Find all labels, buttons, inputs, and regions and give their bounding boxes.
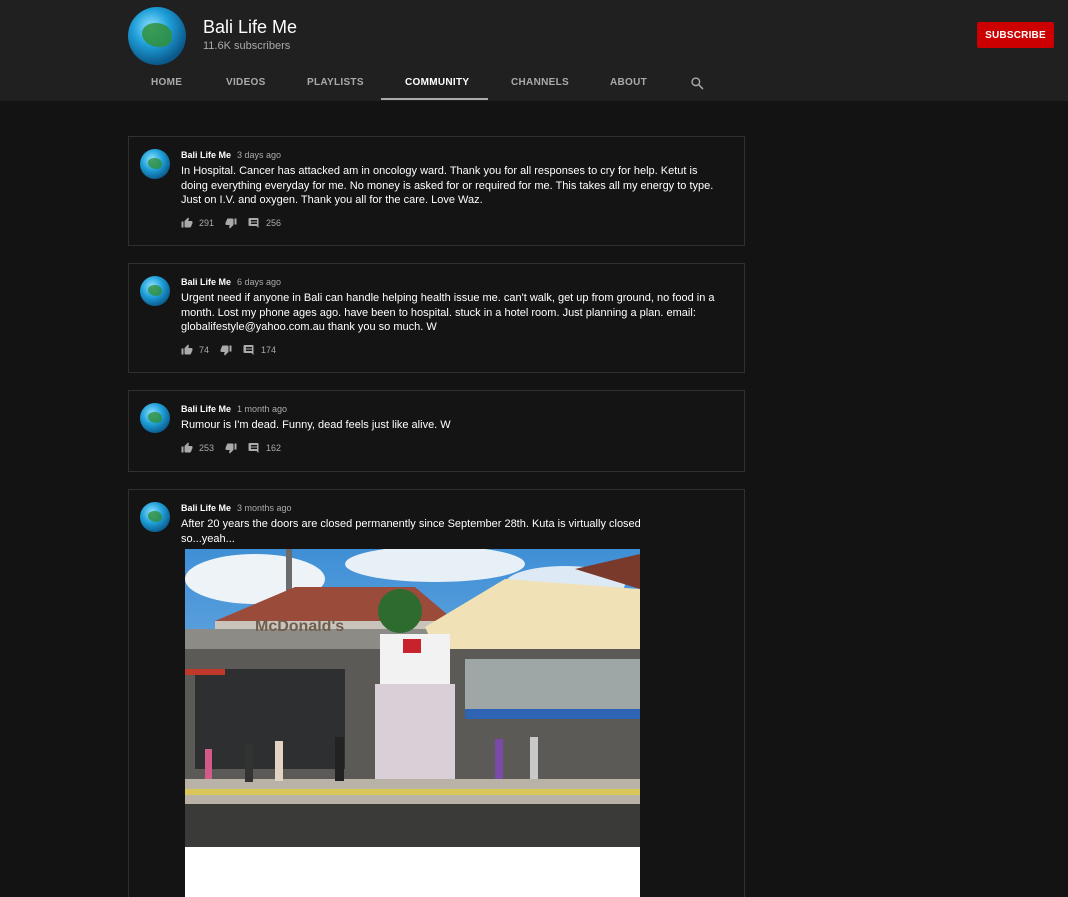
comment-icon[interactable] xyxy=(248,217,260,229)
community-post: Bali Life Me 3 months ago After 20 years… xyxy=(128,489,745,897)
post-image[interactable]: McDonald's xyxy=(185,549,640,897)
thumbs-up-icon[interactable] xyxy=(181,442,193,454)
comment-icon[interactable] xyxy=(248,442,260,454)
thumbs-up-icon[interactable] xyxy=(181,344,193,356)
post-text: After 20 years the doors are closed perm… xyxy=(181,518,641,545)
post-author[interactable]: Bali Life Me xyxy=(181,503,231,513)
post-time[interactable]: 6 days ago xyxy=(237,277,281,287)
post-avatar[interactable] xyxy=(140,403,170,433)
like-count: 291 xyxy=(199,218,215,228)
image-sign-text: McDonald's xyxy=(255,618,344,635)
channel-avatar[interactable] xyxy=(128,7,186,65)
post-avatar[interactable] xyxy=(140,502,170,532)
tab-home[interactable]: HOME xyxy=(151,77,182,88)
community-post: Bali Life Me 1 month ago Rumour is I'm d… xyxy=(128,390,745,472)
subscriber-count: 11.6K subscribers xyxy=(203,40,291,52)
channel-title[interactable]: Bali Life Me xyxy=(203,17,297,38)
post-avatar[interactable] xyxy=(140,276,170,306)
comment-count: 174 xyxy=(261,345,277,355)
comment-count: 256 xyxy=(266,218,282,228)
comment-icon[interactable] xyxy=(243,344,255,356)
thumbs-up-icon[interactable] xyxy=(181,217,193,229)
post-avatar[interactable] xyxy=(140,149,170,179)
tab-about[interactable]: ABOUT xyxy=(610,77,647,88)
tab-playlists[interactable]: PLAYLISTS xyxy=(307,77,364,88)
post-text: In Hospital. Cancer has attacked am in o… xyxy=(181,165,714,206)
channel-header: Bali Life Me 11.6K subscribers SUBSCRIBE… xyxy=(0,0,1068,101)
tab-videos[interactable]: VIDEOS xyxy=(226,77,266,88)
thumbs-down-icon[interactable] xyxy=(220,344,232,356)
comment-count: 162 xyxy=(266,443,282,453)
post-author[interactable]: Bali Life Me xyxy=(181,150,231,160)
post-time[interactable]: 3 months ago xyxy=(237,503,292,513)
search-icon[interactable] xyxy=(690,76,704,90)
post-time[interactable]: 3 days ago xyxy=(237,150,281,160)
post-text: Urgent need if anyone in Bali can handle… xyxy=(181,292,715,333)
thumbs-down-icon[interactable] xyxy=(225,217,237,229)
community-post: Bali Life Me 3 days ago In Hospital. Can… xyxy=(128,136,745,246)
post-author[interactable]: Bali Life Me xyxy=(181,277,231,287)
subscribe-button[interactable]: SUBSCRIBE xyxy=(977,22,1054,48)
community-post: Bali Life Me 6 days ago Urgent need if a… xyxy=(128,263,745,373)
like-count: 74 xyxy=(199,345,210,355)
tab-channels[interactable]: CHANNELS xyxy=(511,77,569,88)
post-text: Rumour is I'm dead. Funny, dead feels ju… xyxy=(181,419,451,431)
tab-community[interactable]: COMMUNITY xyxy=(405,77,469,88)
active-tab-indicator xyxy=(381,98,488,100)
thumbs-down-icon[interactable] xyxy=(225,442,237,454)
image-caption-area xyxy=(185,847,640,897)
post-author[interactable]: Bali Life Me xyxy=(181,404,231,414)
like-count: 253 xyxy=(199,443,215,453)
post-time[interactable]: 1 month ago xyxy=(237,404,287,414)
